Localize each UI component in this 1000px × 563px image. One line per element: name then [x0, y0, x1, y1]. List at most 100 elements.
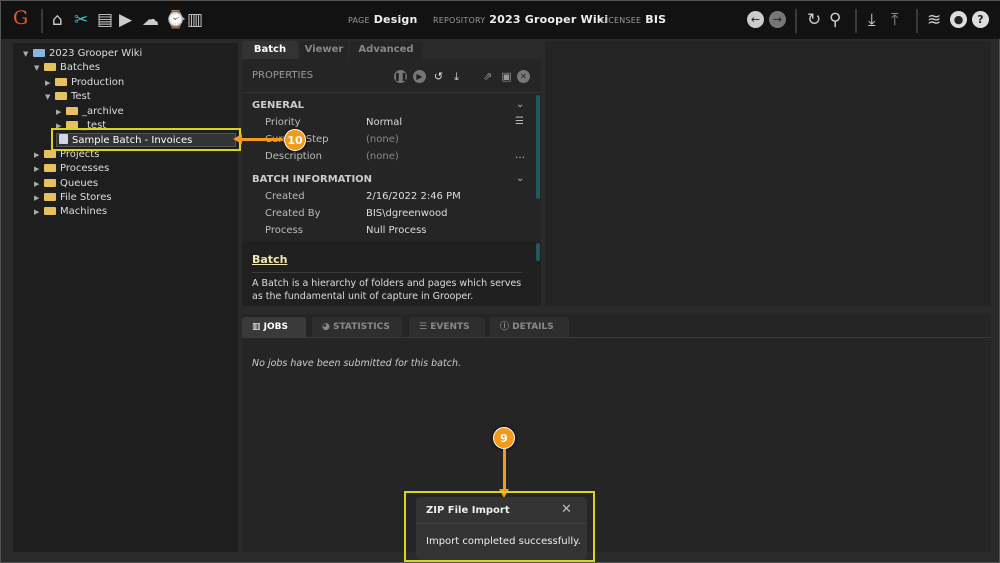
bar-chart-icon[interactable]: ▥ [187, 10, 203, 30]
tab-statistics[interactable]: ◕ STATISTICS [312, 317, 402, 337]
expand-icon[interactable]: ▶ [34, 205, 44, 219]
pause-icon[interactable]: ❚❚ [394, 70, 407, 83]
save-icon[interactable]: ▣ [500, 70, 513, 83]
database-icon[interactable]: ≋ [927, 10, 941, 30]
tree-node-label: Test [71, 91, 91, 103]
expand-icon[interactable]: ▶ [56, 105, 66, 119]
home-icon[interactable]: ⌂ [52, 10, 63, 30]
tree-node-label: Processes [60, 163, 110, 175]
forward-icon[interactable]: → [769, 11, 786, 28]
expand-icon[interactable]: ▶ [34, 162, 44, 176]
play-icon[interactable]: ▶ [413, 70, 426, 83]
tree-node[interactable]: ▼ Test [45, 90, 91, 104]
briefcase-clock-icon[interactable]: ⌚ [165, 10, 186, 30]
collapse-icon[interactable]: ⌄ [516, 173, 524, 184]
expand-icon[interactable]: ▶ [34, 148, 44, 162]
tree-node[interactable]: ▶ File Stores [34, 191, 112, 205]
process-label: Process [265, 225, 303, 236]
tab-viewer[interactable]: Viewer [300, 41, 348, 59]
jobs-panel: ▥ JOBS ◕ STATISTICS ☰ EVENTS ⓘ DETAILS N… [242, 314, 991, 552]
folder-icon [44, 178, 56, 187]
open-external-icon[interactable]: ⇗ [481, 70, 494, 83]
tree-node-label: 2023 Grooper Wiki [49, 48, 143, 59]
tree-node[interactable]: ▼ Batches [34, 61, 100, 75]
callout-arrow [239, 138, 285, 141]
repository-icon [33, 49, 45, 57]
tree-node[interactable]: ▼ 2023 Grooper Wiki [23, 47, 142, 61]
help-title: Batch [252, 253, 288, 266]
created-value: 2/16/2022 2:46 PM [366, 191, 461, 202]
expand-icon[interactable]: ▶ [34, 177, 44, 191]
top-bar: G ⌂ ✂ ▤ ▶ ☁ ⌚ ▥ PAGE Design · REPOSITORY 2… [1, 1, 1000, 39]
tab-advanced[interactable]: Advanced [350, 41, 422, 59]
folder-icon [55, 92, 67, 101]
highlight-box [51, 128, 241, 151]
help-icon[interactable]: ? [972, 11, 989, 28]
collapse-icon[interactable]: ▼ [45, 90, 55, 104]
empty-jobs-message: No jobs have been submitted for this bat… [252, 358, 461, 369]
more-icon[interactable]: … [515, 150, 525, 161]
import-icon[interactable]: ⤓ [450, 70, 463, 83]
user-icon[interactable]: ● [950, 11, 967, 28]
download-icon[interactable]: ⤓ [868, 10, 876, 30]
tree-node[interactable]: ▶ Machines [34, 205, 107, 219]
tools-icon[interactable]: ✂ [74, 10, 88, 30]
current-step-value[interactable]: (none) [366, 134, 399, 145]
archive-icon[interactable]: ▤ [97, 10, 113, 30]
viewer-panel [545, 41, 991, 306]
description-label: Description [265, 151, 322, 162]
tree-node[interactable]: ▶ Queues [34, 177, 98, 191]
history-icon[interactable]: ↺ [432, 70, 445, 83]
repository-indicator: REPOSITORY 2023 Grooper Wiki [433, 13, 609, 26]
upload-icon[interactable]: ⤒ [891, 10, 899, 30]
callout-badge-9: 9 [493, 427, 515, 449]
folder-icon [66, 106, 78, 115]
batch-play-icon[interactable]: ▶ [119, 10, 132, 30]
tree-node-label: Production [71, 76, 125, 88]
list-icon[interactable]: ☰ [515, 116, 524, 127]
bar-chart-icon: ▥ [252, 322, 264, 332]
node-tree: ▼ 2023 Grooper Wiki ▼ Batches ▶ Production ▼ Te… [13, 43, 238, 552]
tab-events[interactable]: ☰ EVENTS [409, 317, 485, 337]
notification-toast: ZIP File Import ✕ Import completed succe… [416, 497, 587, 560]
priority-label: Priority [265, 117, 301, 128]
refresh-icon[interactable]: ↻ [807, 10, 821, 30]
callout-badge-10: 10 [284, 129, 306, 151]
tree-node-label: Machines [60, 206, 108, 218]
tree-node-label: File Stores [60, 192, 112, 203]
collapse-icon[interactable]: ▼ [34, 61, 44, 75]
expand-icon[interactable]: ▶ [45, 76, 55, 90]
expand-icon[interactable]: ▶ [34, 191, 44, 205]
back-icon[interactable]: ← [747, 11, 764, 28]
created-label: Created [265, 191, 305, 202]
licensee-indicator: LICENSEE BIS [601, 13, 667, 26]
section-general[interactable]: GENERAL [252, 100, 304, 111]
page-indicator: PAGE Design [348, 13, 418, 26]
cloud-upload-icon[interactable]: ☁ [142, 10, 159, 30]
search-icon[interactable]: ⚲ [829, 10, 841, 30]
folder-icon [55, 77, 67, 86]
properties-title: PROPERTIES [252, 70, 314, 81]
tab-details[interactable]: ⓘ DETAILS [490, 317, 569, 337]
priority-value[interactable]: Normal [366, 117, 402, 128]
collapse-icon[interactable]: ⌄ [516, 99, 524, 110]
created-by-value: BIS\dgreenwood [366, 208, 448, 219]
tree-node[interactable]: ▶ _archive [56, 105, 124, 119]
properties-panel: PROPERTIES ❚❚ ▶ ↺ ⤓ ⇗ ▣ ✕ GENERAL ⌄ Prio… [242, 59, 541, 306]
description-value[interactable]: (none) [366, 151, 399, 162]
tree-node[interactable]: ▶ Production [45, 76, 124, 90]
scrollbar[interactable] [536, 95, 540, 199]
section-batch-information[interactable]: BATCH INFORMATION [252, 174, 372, 185]
tab-jobs[interactable]: ▥ JOBS [242, 317, 306, 337]
close-icon[interactable]: ✕ [517, 70, 530, 83]
tree-node-label: _archive [82, 105, 124, 117]
pie-chart-icon: ◕ [322, 322, 333, 332]
grooper-logo: G [13, 7, 29, 29]
collapse-icon[interactable]: ▼ [23, 47, 33, 61]
info-icon: ⓘ [500, 322, 513, 332]
folder-icon [44, 63, 56, 72]
toast-message: Import completed successfully. [426, 536, 581, 547]
tab-batch[interactable]: Batch [242, 41, 298, 59]
close-icon[interactable]: ✕ [561, 502, 572, 517]
tree-node[interactable]: ▶ Processes [34, 162, 109, 176]
